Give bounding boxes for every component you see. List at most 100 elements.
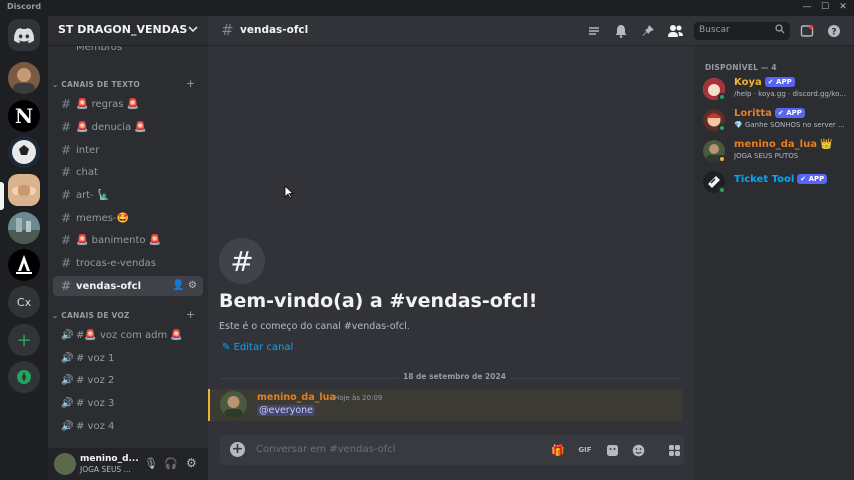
- server-cx[interactable]: Cx: [8, 286, 40, 318]
- member-name: menino_da_lua 👑: [734, 139, 833, 150]
- online-status-icon: [718, 124, 726, 132]
- window-titlebar: Discord — ☐ ✕: [0, 0, 854, 16]
- speaker-icon: 🔊: [61, 397, 74, 409]
- gear-icon[interactable]: ⚙: [188, 280, 197, 291]
- hash-icon: #: [61, 233, 72, 247]
- chevron-down-icon: [188, 24, 198, 37]
- threads-icon[interactable]: [586, 23, 602, 39]
- online-status-icon: [718, 186, 726, 194]
- message-composer[interactable]: + Conversar em #vendas-ofcl 🎁 GIF: [220, 435, 684, 465]
- member-ticket-tool[interactable]: Ticket Tool ✔ APP: [703, 169, 851, 197]
- pin-icon[interactable]: [640, 23, 656, 39]
- composer-input[interactable]: Conversar em #vendas-ofcl: [256, 444, 396, 455]
- server-handshake[interactable]: [8, 174, 40, 206]
- channel-inter[interactable]: # inter: [53, 140, 203, 160]
- member-list-icon[interactable]: [667, 23, 683, 39]
- speaker-icon: 🔊: [61, 329, 74, 341]
- guild-header[interactable]: ST DRAGON_VENDAS: [48, 16, 208, 46]
- member-loritta[interactable]: Loritta ✔ APP 💎 Ganhe SONHOS no server ..…: [703, 107, 851, 135]
- hash-icon: #: [61, 188, 72, 202]
- user-status: JOGA SEUS ...: [80, 465, 131, 474]
- channel-vendas-ofcl[interactable]: # vendas-ofcl 👤 ⚙: [53, 276, 203, 296]
- channel-topbar: # vendas-ofcl Buscar ?: [208, 16, 854, 46]
- channel-banimento[interactable]: # 🚨 banimento 🚨: [53, 230, 203, 250]
- invite-icon[interactable]: 👤: [172, 280, 184, 291]
- channel-hash-badge: #: [219, 238, 265, 284]
- microphone-icon[interactable]: 🎙: [144, 457, 158, 470]
- sticker-icon[interactable]: [604, 442, 620, 458]
- message-item: menino_da_lua Hoje às 20:09 @everyone: [208, 389, 682, 421]
- server-avatar[interactable]: [8, 62, 40, 94]
- avatar[interactable]: [220, 391, 247, 418]
- app-badge: ✔ APP: [764, 77, 795, 87]
- server-rail: N Cx +: [0, 16, 48, 480]
- category-text-channels[interactable]: ⌄ CANAIS DE TEXTO +: [52, 77, 195, 90]
- explore-icon[interactable]: [8, 361, 40, 393]
- user-name[interactable]: menino_d...: [80, 454, 139, 464]
- add-channel-icon[interactable]: +: [186, 308, 195, 321]
- inbox-icon[interactable]: [799, 23, 815, 39]
- search-icon: [775, 24, 785, 37]
- emoji-icon[interactable]: [630, 442, 646, 458]
- welcome-subtitle: Este é o começo do canal #vendas-ofcl.: [219, 321, 410, 332]
- gif-icon[interactable]: GIF: [577, 442, 593, 458]
- channel-title: vendas-ofcl: [240, 24, 309, 36]
- online-status-icon: [718, 93, 726, 101]
- member-name: Loritta ✔ APP: [734, 108, 805, 119]
- server-city[interactable]: [8, 212, 40, 244]
- voice-channel-4[interactable]: 🔊 # voz 4: [53, 416, 203, 436]
- add-server-icon[interactable]: +: [8, 324, 40, 356]
- search-input[interactable]: Buscar: [694, 22, 790, 40]
- channel-regras[interactable]: # 🚨 regras 🚨: [53, 94, 203, 114]
- close-icon[interactable]: ✕: [836, 1, 850, 14]
- pencil-icon: ✎: [222, 342, 231, 353]
- voice-channel-2[interactable]: 🔊 # voz 2: [53, 370, 203, 390]
- voice-channel-1[interactable]: 🔊 # voz 1: [53, 348, 203, 368]
- channel-memes[interactable]: # memes-🤩: [53, 208, 203, 228]
- channel-denucia[interactable]: # 🚨 denucia 🚨: [53, 117, 203, 137]
- hash-icon: #: [61, 97, 72, 111]
- member-menino-da-lua[interactable]: menino_da_lua 👑 JOGA SEUS PUTOS: [703, 138, 851, 166]
- discord-home-icon[interactable]: [8, 19, 40, 51]
- date-divider: 18 de setembro de 2024: [208, 372, 684, 384]
- channel-trocas-e-vendas[interactable]: # trocas-e-vendas: [53, 253, 203, 273]
- chat-main: # vendas-ofcl Buscar ? # Bem-vindo(a) a …: [208, 16, 854, 480]
- app-badge: ✔ APP: [797, 174, 828, 184]
- member-list: DISPONÍVEL — 4 Koya ✔ APP /help · koya.gg…: [694, 46, 854, 480]
- message-timestamp: Hoje às 20:09: [334, 394, 383, 402]
- everyone-mention[interactable]: @everyone: [257, 405, 316, 416]
- mouse-cursor-icon: [284, 184, 295, 203]
- app-name: Discord: [7, 2, 42, 11]
- channel-sidebar: ST DRAGON_VENDAS Membros ⌄ CANAIS DE TEX…: [48, 16, 208, 480]
- edit-channel-link[interactable]: ✎ Editar canal: [222, 342, 293, 353]
- headphones-icon[interactable]: 🎧: [164, 457, 178, 470]
- user-panel: menino_d... JOGA SEUS ... 🎙 🎧 ⚙: [48, 448, 208, 480]
- member-name: Koya ✔ APP: [734, 77, 795, 88]
- guild-name: ST DRAGON_VENDAS: [58, 23, 188, 36]
- gift-icon[interactable]: 🎁: [550, 442, 566, 458]
- hash-icon: #: [61, 165, 72, 179]
- add-channel-icon[interactable]: +: [186, 77, 195, 90]
- message-author[interactable]: menino_da_lua: [257, 392, 336, 403]
- maximize-icon[interactable]: ☐: [818, 1, 832, 14]
- server-penalte[interactable]: [8, 136, 40, 168]
- settings-icon[interactable]: ⚙: [186, 456, 197, 470]
- bell-icon[interactable]: [613, 23, 629, 39]
- member-status: JOGA SEUS PUTOS: [734, 152, 799, 160]
- voice-channel-adm[interactable]: 🔊 #🚨 voz com adm 🚨: [53, 325, 203, 345]
- server-adidas[interactable]: [8, 249, 40, 281]
- server-n[interactable]: N: [8, 100, 40, 132]
- minimize-icon[interactable]: —: [800, 1, 814, 14]
- add-attachment-icon[interactable]: +: [230, 442, 245, 457]
- member-koya[interactable]: Koya ✔ APP /help · koya.gg · discord.gg/k…: [703, 76, 851, 104]
- speaker-icon: 🔊: [61, 352, 74, 364]
- category-voice-channels[interactable]: ⌄ CANAIS DE VOZ +: [52, 308, 195, 321]
- avatar[interactable]: [54, 453, 76, 475]
- selected-server-pill: [0, 182, 4, 210]
- hash-icon: #: [221, 21, 234, 39]
- help-icon[interactable]: ?: [826, 23, 842, 39]
- voice-channel-3[interactable]: 🔊 # voz 3: [53, 393, 203, 413]
- channel-chat[interactable]: # chat: [53, 162, 203, 182]
- channel-art[interactable]: # art- 🗽: [53, 185, 203, 205]
- apps-icon[interactable]: [666, 442, 682, 458]
